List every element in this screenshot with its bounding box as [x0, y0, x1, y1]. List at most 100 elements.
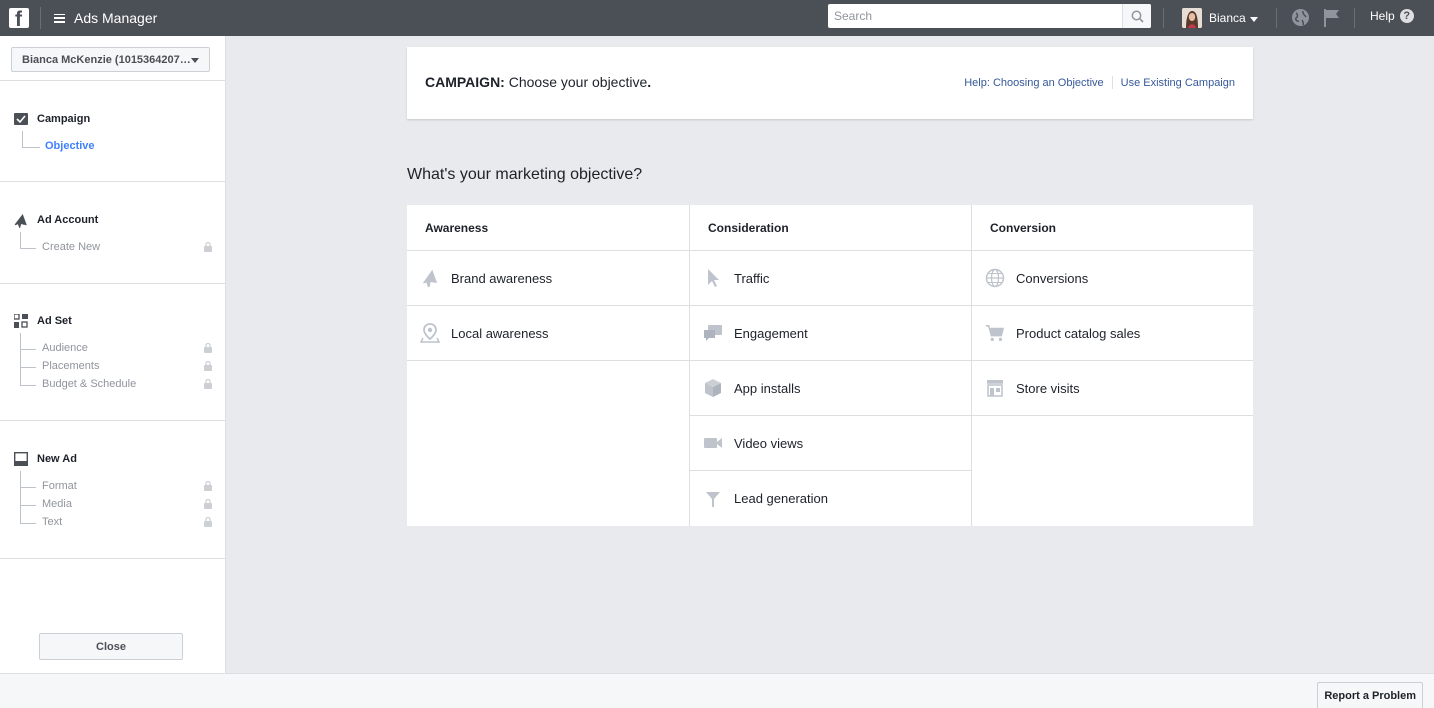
flag-icon[interactable]	[1323, 8, 1341, 27]
avatar	[1182, 8, 1202, 28]
divider	[0, 558, 225, 559]
lock-icon	[204, 499, 212, 509]
objective-traffic[interactable]: Traffic	[690, 251, 971, 306]
sidebar-item-audience[interactable]: Audience	[12, 339, 212, 357]
search-input[interactable]	[828, 5, 1122, 27]
objective-label: Local awareness	[451, 325, 549, 341]
sidebar-section-ad-set: Ad Set Audience Placements Budget & Sche…	[12, 313, 212, 393]
objective-label: Traffic	[734, 270, 770, 286]
top-navigation-bar: f Ads Manager Bianca Help ?	[0, 0, 1434, 36]
sidebar-item-ad-account[interactable]: Ad Account	[12, 212, 212, 228]
sidebar-item-create-new[interactable]: Create New	[12, 238, 212, 256]
objective-brand-awareness[interactable]: Brand awareness	[407, 251, 689, 306]
sidebar-item-label: Format	[42, 480, 77, 492]
lock-icon	[204, 343, 212, 353]
ad-preview-icon	[12, 451, 30, 467]
objective-lead-generation[interactable]: Lead generation	[690, 471, 971, 526]
video-camera-icon	[703, 433, 723, 453]
column-header-conversion: Conversion	[972, 205, 1253, 251]
objective-engagement[interactable]: Engagement	[690, 306, 971, 361]
objective-label: Product catalog sales	[1016, 325, 1141, 341]
footer-bar: Report a Problem	[0, 673, 1434, 708]
sidebar-item-label: Audience	[42, 342, 88, 354]
sidebar-item-ad-set[interactable]: Ad Set	[12, 313, 212, 329]
hamburger-menu-icon[interactable]	[54, 13, 65, 23]
funnel-icon	[703, 489, 723, 509]
campaign-links: Help: Choosing an Objective Use Existing…	[964, 76, 1235, 89]
sidebar-item-budget-schedule[interactable]: Budget & Schedule	[12, 375, 212, 393]
objective-product-catalog-sales[interactable]: Product catalog sales	[972, 306, 1253, 361]
sidebar-item-label: Objective	[45, 140, 95, 152]
sidebar-section-title: New Ad	[37, 453, 77, 465]
facebook-logo-icon[interactable]: f	[9, 8, 29, 28]
megaphone-icon	[12, 212, 30, 228]
grid-icon	[12, 313, 30, 329]
report-problem-button[interactable]: Report a Problem	[1317, 682, 1423, 708]
objectives-grid: Awareness Brand awareness Local awarenes…	[407, 205, 1253, 526]
divider	[1354, 8, 1355, 28]
divider	[40, 7, 41, 29]
objective-label: App installs	[734, 380, 801, 396]
divider	[0, 80, 225, 81]
ad-account-selector[interactable]: Bianca McKenzie (1015364207…	[11, 47, 210, 72]
user-menu[interactable]: Bianca	[1182, 7, 1258, 29]
objective-conversions[interactable]: Conversions	[972, 251, 1253, 306]
objective-label: Brand awareness	[451, 270, 553, 286]
divider	[0, 181, 225, 182]
megaphone-icon	[420, 268, 440, 288]
sidebar-item-label: Text	[42, 516, 63, 528]
close-button[interactable]: Close	[39, 633, 183, 660]
objective-video-views[interactable]: Video views	[690, 416, 971, 471]
sidebar-item-label: Budget & Schedule	[42, 378, 137, 390]
checkbox-icon	[12, 111, 30, 127]
cube-icon	[703, 378, 723, 398]
chat-bubbles-icon	[703, 323, 723, 343]
objective-label: Conversions	[1016, 270, 1089, 286]
sidebar-section-title: Ad Set	[37, 315, 72, 327]
sidebar-item-new-ad[interactable]: New Ad	[12, 451, 212, 467]
globe-notifications-icon[interactable]	[1291, 8, 1310, 27]
objective-label: Video views	[734, 435, 804, 451]
column-header-consideration: Consideration	[690, 205, 971, 251]
objective-label: Lead generation	[734, 491, 828, 506]
sidebar-item-text[interactable]: Text	[12, 513, 212, 531]
help-choosing-objective-link[interactable]: Help: Choosing an Objective	[964, 77, 1103, 89]
campaign-header-card: CAMPAIGN: Choose your objective. Help: C…	[407, 47, 1253, 119]
lock-icon	[204, 517, 212, 527]
sidebar-section-campaign: Campaign Objective	[12, 111, 212, 155]
objective-app-installs[interactable]: App installs	[690, 361, 971, 416]
objective-store-visits[interactable]: Store visits	[972, 361, 1253, 416]
divider	[1163, 8, 1164, 28]
sidebar-section-ad-account: Ad Account Create New	[12, 212, 212, 256]
objective-label: Store visits	[1016, 380, 1080, 396]
consideration-column: Consideration Traffic Engagement App ins…	[689, 205, 971, 526]
sidebar-item-format[interactable]: Format	[12, 477, 212, 495]
chevron-down-icon	[191, 58, 199, 63]
sidebar-section-title: Campaign	[37, 113, 91, 125]
use-existing-campaign-link[interactable]: Use Existing Campaign	[1121, 77, 1235, 89]
sidebar-item-media[interactable]: Media	[12, 495, 212, 513]
sidebar-item-objective[interactable]: Objective	[12, 137, 212, 155]
help-button[interactable]: Help ?	[1370, 9, 1414, 23]
sidebar-item-label: Media	[42, 498, 72, 510]
lock-icon	[204, 379, 212, 389]
app-title[interactable]: Ads Manager	[74, 10, 157, 26]
objective-question-heading: What's your marketing objective?	[407, 166, 643, 183]
sidebar-item-label: Create New	[42, 241, 101, 253]
sidebar-section-new-ad: New Ad Format Media Text	[12, 451, 212, 531]
ad-account-name: Bianca McKenzie (1015364207…	[22, 53, 191, 66]
cursor-icon	[703, 268, 723, 288]
sidebar-section-title: Ad Account	[37, 214, 99, 226]
lock-icon	[204, 242, 212, 252]
search-button[interactable]	[1122, 4, 1151, 28]
awareness-column: Awareness Brand awareness Local awarenes…	[407, 205, 689, 526]
sidebar-item-campaign[interactable]: Campaign	[12, 111, 212, 127]
column-header-awareness: Awareness	[407, 205, 689, 251]
sidebar-item-label: Placements	[42, 360, 100, 372]
divider	[0, 283, 225, 284]
help-label: Help	[1370, 9, 1395, 23]
chevron-down-icon	[1249, 16, 1258, 22]
objective-local-awareness[interactable]: Local awareness	[407, 306, 689, 361]
search-box	[828, 4, 1151, 28]
sidebar-item-placements[interactable]: Placements	[12, 357, 212, 375]
